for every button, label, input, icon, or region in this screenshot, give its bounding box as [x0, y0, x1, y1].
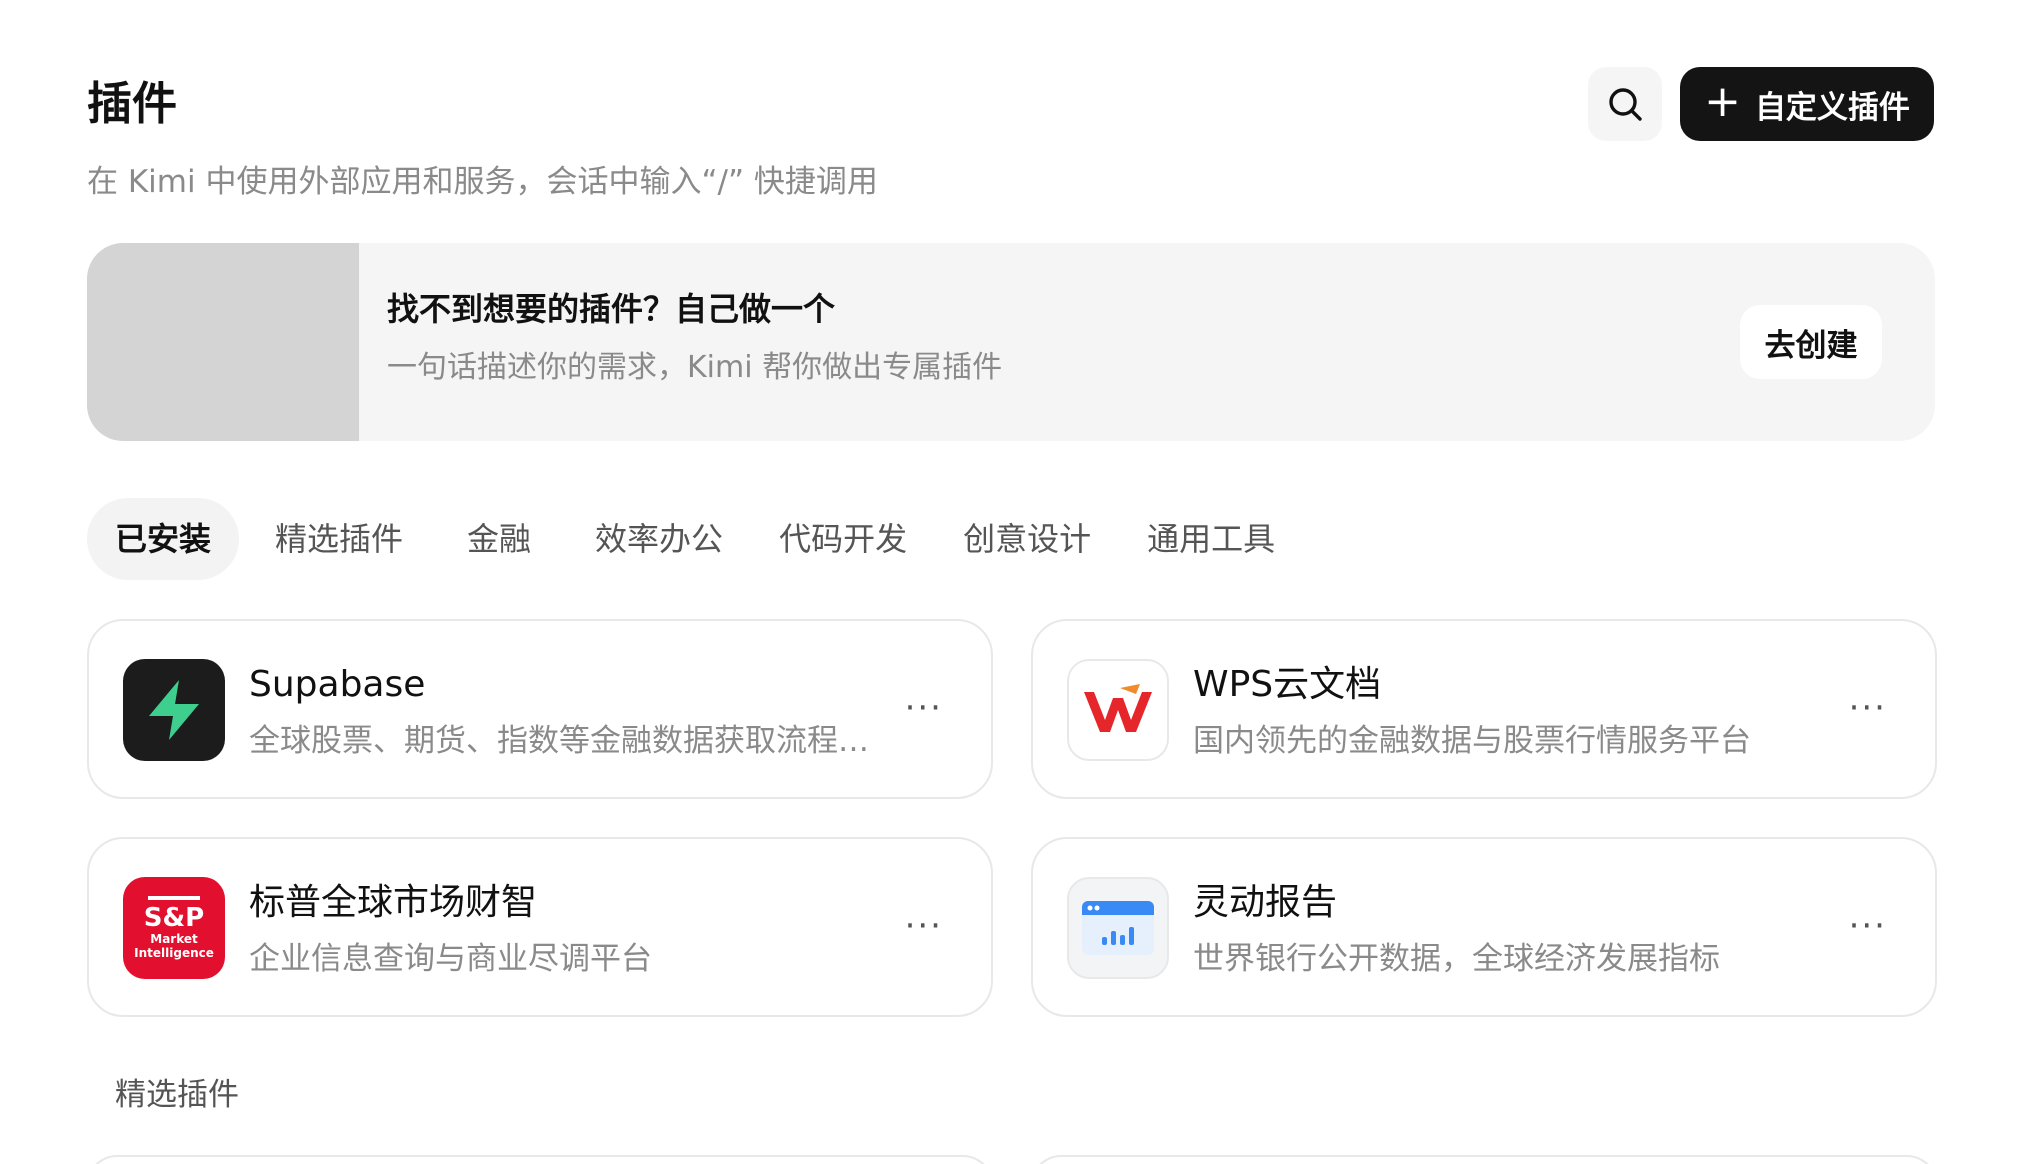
sp-logo-bar	[148, 896, 200, 900]
more-options-icon[interactable]: ···	[905, 691, 943, 725]
search-button[interactable]	[1588, 67, 1662, 141]
plugin-name: 灵动报告	[1193, 882, 1338, 923]
plus-icon: +	[1704, 76, 1741, 127]
banner-image	[87, 243, 359, 441]
plugin-description: 国内领先的金融数据与股票行情服务平台	[1193, 723, 1751, 759]
plugin-description: 企业信息查询与商业尽调平台	[249, 941, 652, 977]
tab-finance[interactable]: 金融	[439, 498, 559, 580]
plugin-card-partial[interactable]	[87, 1155, 993, 1164]
plugin-name: Supabase	[249, 664, 426, 705]
sp-logo-subtext: Market Intelligence	[134, 932, 214, 960]
plugin-description: 全球股票、期货、指数等金融数据获取流程与分析工具	[249, 723, 889, 759]
plugin-card-report[interactable]: 灵动报告 世界银行公开数据，全球经济发展指标 ···	[1031, 837, 1937, 1017]
plugin-description: 世界银行公开数据，全球经济发展指标	[1193, 941, 1720, 977]
page-subtitle: 在 Kimi 中使用外部应用和服务，会话中输入“/” 快捷调用	[87, 164, 878, 200]
report-chart-icon	[1067, 877, 1169, 979]
search-icon	[1609, 88, 1642, 121]
page-title: 插件	[87, 77, 178, 130]
banner-title: 找不到想要的插件？自己做一个	[387, 290, 836, 328]
plugin-card-partial[interactable]	[1031, 1155, 1937, 1164]
more-options-icon[interactable]: ···	[905, 909, 943, 943]
more-options-icon[interactable]: ···	[1849, 909, 1887, 943]
tab-tools[interactable]: 通用工具	[1119, 498, 1303, 580]
custom-plugin-label: 自定义插件	[1754, 89, 1910, 126]
plugin-card-sp-global[interactable]: S&P Market Intelligence 标普全球市场财智 企业信息查询与…	[87, 837, 993, 1017]
go-create-button[interactable]: 去创建	[1740, 305, 1882, 379]
sp-logo-text: S&P	[143, 903, 205, 933]
tab-featured[interactable]: 精选插件	[247, 498, 431, 580]
plugin-card-wps[interactable]: WPS云文档 国内领先的金融数据与股票行情服务平台 ···	[1031, 619, 1937, 799]
section-title-featured: 精选插件	[115, 1077, 239, 1113]
create-plugin-banner: 找不到想要的插件？自己做一个 一句话描述你的需求，Kimi 帮你做出专属插件 去…	[87, 243, 1935, 441]
custom-plugin-button[interactable]: + 自定义插件	[1680, 67, 1934, 141]
banner-description: 一句话描述你的需求，Kimi 帮你做出专属插件	[387, 350, 1003, 385]
category-tabs: 已安装 精选插件 金融 效率办公 代码开发 创意设计 通用工具	[87, 498, 1303, 580]
plugin-name: 标普全球市场财智	[249, 882, 538, 923]
plugin-name: WPS云文档	[1193, 664, 1382, 705]
tab-installed[interactable]: 已安装	[87, 498, 240, 580]
tab-coding[interactable]: 代码开发	[751, 498, 935, 580]
tab-productivity[interactable]: 效率办公	[567, 498, 751, 580]
more-options-icon[interactable]: ···	[1849, 691, 1887, 725]
sp-logo-icon: S&P Market Intelligence	[123, 877, 225, 979]
plugins-page: 插件 在 Kimi 中使用外部应用和服务，会话中输入“/” 快捷调用 + 自定义…	[0, 0, 2036, 1164]
wps-logo-icon	[1067, 659, 1169, 761]
plugin-card-supabase[interactable]: Supabase 全球股票、期货、指数等金融数据获取流程与分析工具 ···	[87, 619, 993, 799]
tab-design[interactable]: 创意设计	[935, 498, 1119, 580]
supabase-logo-icon	[123, 659, 225, 761]
